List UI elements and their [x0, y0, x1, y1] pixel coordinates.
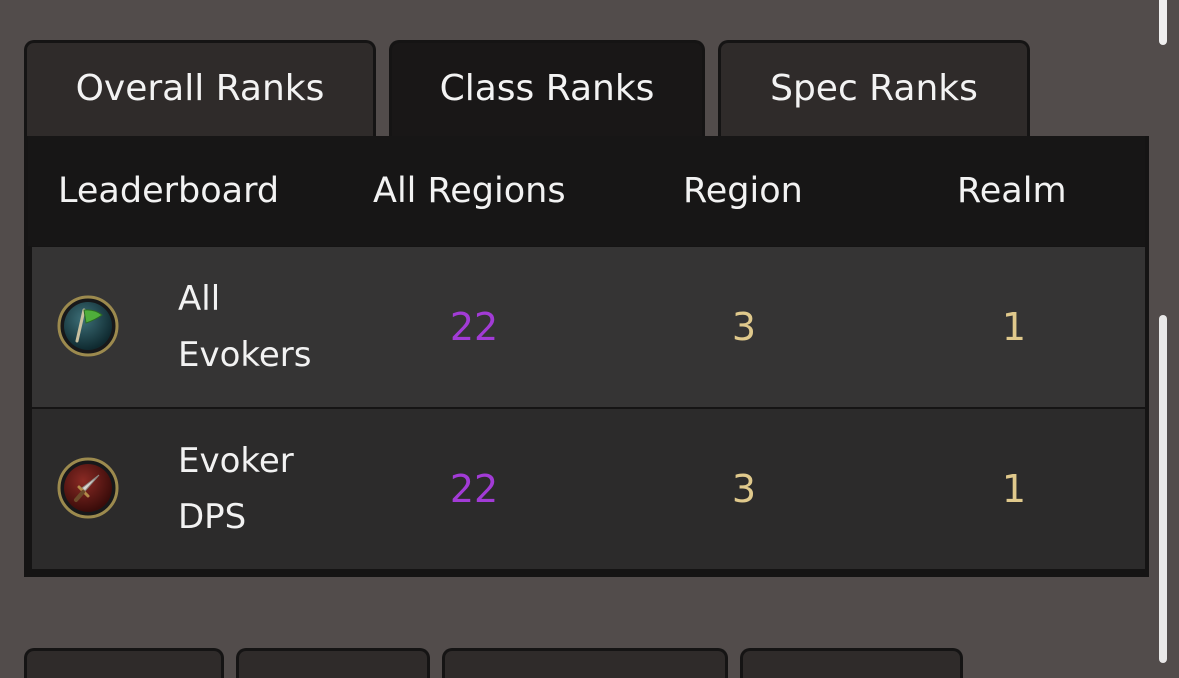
header-all-regions: All Regions [373, 171, 566, 211]
header-region: Region [683, 171, 803, 211]
scrollbar-top-cap [1159, 0, 1167, 45]
bottom-tab[interactable] [236, 648, 430, 678]
bottom-tab[interactable] [740, 648, 963, 678]
rankings-table: Leaderboard All Regions Region Realm All… [24, 136, 1149, 577]
region-rank: 3 [731, 467, 757, 511]
header-leaderboard: Leaderboard [58, 171, 280, 211]
row-label-line2: Evokers [178, 335, 312, 375]
tab-overall-ranks[interactable]: Overall Ranks [24, 40, 376, 140]
tab-overall-ranks-label: Overall Ranks [75, 68, 325, 109]
table-header: Leaderboard All Regions Region Realm [28, 136, 1145, 246]
table-row[interactable]: All Evokers 22 3 1 [32, 247, 1145, 407]
all-regions-rank: 22 [449, 305, 499, 349]
row-label: Evoker DPS [178, 433, 358, 545]
realm-rank: 1 [1001, 305, 1027, 349]
bottom-tab[interactable] [24, 648, 224, 678]
row-label-line2: DPS [178, 497, 247, 537]
scrollbar[interactable] [1159, 0, 1167, 663]
all-regions-rank: 22 [449, 467, 499, 511]
row-label-line1: Evoker [178, 441, 294, 481]
tab-class-ranks-label: Class Ranks [439, 68, 655, 109]
row-label-line1: All [178, 279, 221, 319]
tab-spec-ranks-label: Spec Ranks [770, 68, 978, 109]
green-flag-icon [57, 295, 119, 357]
tab-spec-ranks[interactable]: Spec Ranks [718, 40, 1030, 140]
tab-class-ranks[interactable]: Class Ranks [389, 40, 705, 140]
table-row[interactable]: Evoker DPS 22 3 1 [32, 409, 1145, 569]
region-rank: 3 [731, 305, 757, 349]
bottom-tab[interactable] [442, 648, 728, 678]
dagger-icon [57, 457, 119, 519]
header-realm: Realm [957, 171, 1067, 211]
row-label: All Evokers [178, 271, 358, 383]
scrollbar-thumb[interactable] [1159, 315, 1167, 663]
realm-rank: 1 [1001, 467, 1027, 511]
